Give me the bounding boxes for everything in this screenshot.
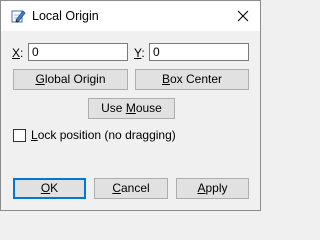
window-title: Local Origin: [32, 9, 99, 23]
pencil-paper-icon: [10, 8, 26, 24]
cancel-button[interactable]: Cancel: [94, 178, 168, 199]
title-bar: Local Origin: [1, 1, 260, 31]
lock-position-label[interactable]: Lock position (no dragging): [31, 128, 176, 142]
apply-button[interactable]: Apply: [176, 178, 249, 199]
y-label: Y:: [134, 46, 145, 60]
use-mouse-button[interactable]: Use Mouse: [88, 98, 175, 119]
ok-button[interactable]: OK: [13, 178, 86, 199]
local-origin-dialog: Local Origin X: 0 Y: 0 Global Origin Box…: [0, 0, 261, 211]
lock-position-checkbox[interactable]: [13, 129, 26, 142]
y-field[interactable]: 0: [149, 43, 249, 61]
close-button[interactable]: [226, 1, 260, 31]
close-icon: [237, 10, 249, 22]
box-center-button[interactable]: Box Center: [135, 69, 249, 90]
global-origin-button[interactable]: Global Origin: [13, 69, 128, 90]
x-label: X:: [12, 46, 24, 60]
x-field[interactable]: 0: [28, 43, 128, 61]
